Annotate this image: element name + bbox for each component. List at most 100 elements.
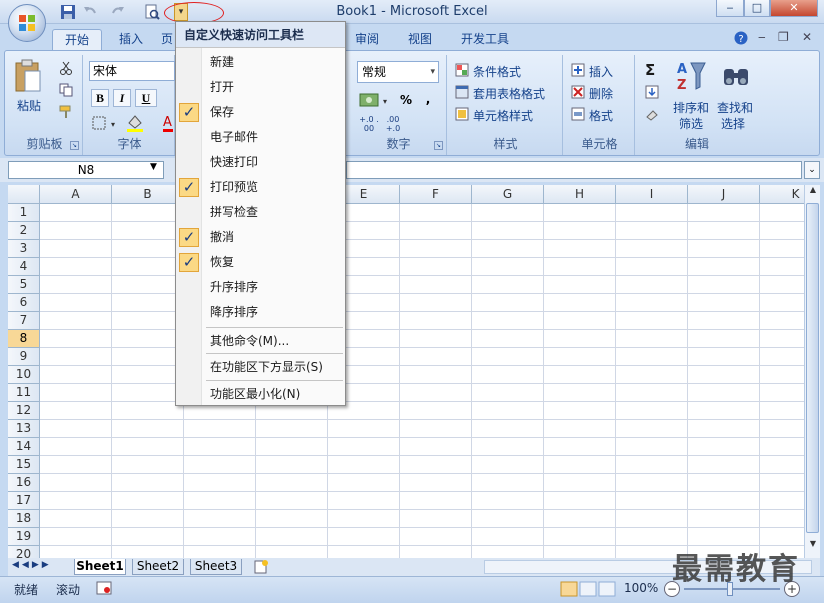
row-header[interactable]: 6: [8, 294, 40, 312]
cut-icon[interactable]: [59, 61, 73, 75]
number-format-select[interactable]: 常规 ▾: [357, 61, 439, 83]
accounting-format-icon[interactable]: ▾: [359, 91, 391, 109]
column-header[interactable]: K: [760, 185, 804, 204]
doc-minimize-button[interactable]: ‒: [758, 30, 772, 44]
clipboard-launcher-icon[interactable]: ↘: [70, 141, 79, 150]
row-header[interactable]: 9: [8, 348, 40, 366]
format-as-table-button[interactable]: 套用表格格式: [473, 85, 545, 102]
maximize-button[interactable]: □: [744, 0, 770, 17]
row-header[interactable]: 3: [8, 240, 40, 258]
worksheet-grid[interactable]: ABCDEFGHIJK 1234567891011121314151617181…: [8, 185, 804, 558]
underline-button[interactable]: U: [135, 89, 157, 107]
menu-item[interactable]: ✓ 打印预览: [176, 175, 345, 200]
undo-icon[interactable]: [82, 4, 98, 20]
row-header[interactable]: 17: [8, 492, 40, 510]
row-header[interactable]: 14: [8, 438, 40, 456]
menu-item[interactable]: 快速打印: [176, 150, 345, 175]
comma-style-button[interactable]: ,: [419, 91, 437, 109]
menu-item[interactable]: 打开: [176, 75, 345, 100]
row-header[interactable]: 4: [8, 258, 40, 276]
scroll-down-icon[interactable]: ▼: [806, 539, 820, 555]
sort-filter-label-1[interactable]: 排序和: [673, 99, 709, 116]
row-header[interactable]: 19: [8, 528, 40, 546]
menu-item[interactable]: 升序排序: [176, 275, 345, 300]
insert-cells-button[interactable]: 插入: [589, 63, 613, 80]
find-select-label-2[interactable]: 选择: [721, 115, 745, 132]
name-box-dropdown-icon[interactable]: ▼: [150, 162, 157, 172]
paste-icon[interactable]: [13, 59, 43, 95]
tab-insert[interactable]: 插入: [110, 29, 152, 50]
row-header[interactable]: 2: [8, 222, 40, 240]
help-icon[interactable]: ?: [734, 31, 748, 45]
insert-sheet-icon[interactable]: [252, 559, 270, 575]
row-header[interactable]: 1: [8, 204, 40, 222]
sheet-nav-icon[interactable]: ◀◀▶▶: [12, 560, 52, 570]
copy-icon[interactable]: [59, 83, 73, 97]
menu-item[interactable]: 新建: [176, 50, 345, 75]
row-header[interactable]: 11: [8, 384, 40, 402]
number-launcher-icon[interactable]: ↘: [434, 141, 443, 150]
column-header[interactable]: F: [400, 185, 472, 204]
find-select-label-1[interactable]: 查找和: [717, 99, 753, 116]
sort-filter-label-2[interactable]: 筛选: [679, 115, 703, 132]
row-header[interactable]: 10: [8, 366, 40, 384]
save-icon[interactable]: [60, 4, 76, 20]
fill-icon[interactable]: [645, 85, 659, 99]
percent-style-button[interactable]: %: [395, 91, 417, 109]
more-commands-item[interactable]: 其他命令(M)...: [176, 329, 345, 354]
sheet-tab-3[interactable]: Sheet3: [190, 559, 242, 575]
decrease-decimal-button[interactable]: .00 +.0: [383, 115, 403, 133]
column-header[interactable]: J: [688, 185, 760, 204]
view-buttons-icon[interactable]: [560, 581, 618, 597]
vertical-scrollbar[interactable]: ▲ ▼: [804, 185, 820, 558]
column-header[interactable]: A: [40, 185, 112, 204]
borders-icon[interactable]: ▾: [91, 115, 119, 131]
column-header[interactable]: G: [472, 185, 544, 204]
autosum-button[interactable]: Σ: [645, 61, 655, 79]
tab-page-layout[interactable]: 页: [160, 29, 174, 50]
font-name-field[interactable]: 宋体: [89, 61, 175, 81]
scroll-thumb[interactable]: [806, 203, 819, 533]
menu-item[interactable]: 拼写检查: [176, 200, 345, 225]
conditional-format-button[interactable]: 条件格式: [473, 63, 521, 80]
row-header[interactable]: 8: [8, 330, 40, 348]
bold-button[interactable]: B: [91, 89, 109, 107]
tab-developer[interactable]: 开发工具: [456, 29, 514, 50]
tab-view[interactable]: 视图: [402, 29, 438, 50]
menu-item[interactable]: 电子邮件: [176, 125, 345, 150]
row-header[interactable]: 13: [8, 420, 40, 438]
minimize-button[interactable]: ‒: [716, 0, 744, 17]
zoom-level[interactable]: 100%: [624, 581, 658, 595]
menu-item[interactable]: ✓ 保存: [176, 100, 345, 125]
row-header[interactable]: 18: [8, 510, 40, 528]
doc-close-button[interactable]: ✕: [802, 30, 816, 44]
row-header[interactable]: 5: [8, 276, 40, 294]
row-header[interactable]: 15: [8, 456, 40, 474]
close-button[interactable]: ✕: [770, 0, 818, 17]
doc-restore-button[interactable]: ❐: [778, 30, 792, 44]
row-header[interactable]: 16: [8, 474, 40, 492]
tab-review[interactable]: 审阅: [350, 29, 384, 50]
show-below-ribbon-item[interactable]: 在功能区下方显示(S): [176, 355, 345, 380]
office-button[interactable]: [8, 4, 46, 42]
column-header[interactable]: H: [544, 185, 616, 204]
italic-button[interactable]: I: [113, 89, 131, 107]
paste-label[interactable]: 粘贴: [17, 97, 41, 114]
format-painter-icon[interactable]: [59, 105, 73, 119]
fill-color-icon[interactable]: [125, 113, 149, 133]
sheet-tab-2[interactable]: Sheet2: [132, 559, 184, 575]
formula-input[interactable]: [346, 161, 802, 179]
font-color-icon[interactable]: A: [163, 113, 173, 133]
menu-item[interactable]: ✓ 撤消: [176, 225, 345, 250]
column-header[interactable]: I: [616, 185, 688, 204]
row-header[interactable]: 12: [8, 402, 40, 420]
print-preview-icon[interactable]: [144, 4, 160, 20]
minimize-ribbon-item[interactable]: 功能区最小化(N): [176, 382, 345, 407]
select-all-corner[interactable]: [8, 185, 40, 204]
column-header[interactable]: B: [112, 185, 184, 204]
row-header[interactable]: 20: [8, 546, 40, 558]
cell-styles-button[interactable]: 单元格样式: [473, 107, 533, 124]
delete-cells-button[interactable]: 删除: [589, 85, 613, 102]
macro-record-icon[interactable]: [96, 581, 112, 595]
format-cells-button[interactable]: 格式: [589, 107, 613, 124]
